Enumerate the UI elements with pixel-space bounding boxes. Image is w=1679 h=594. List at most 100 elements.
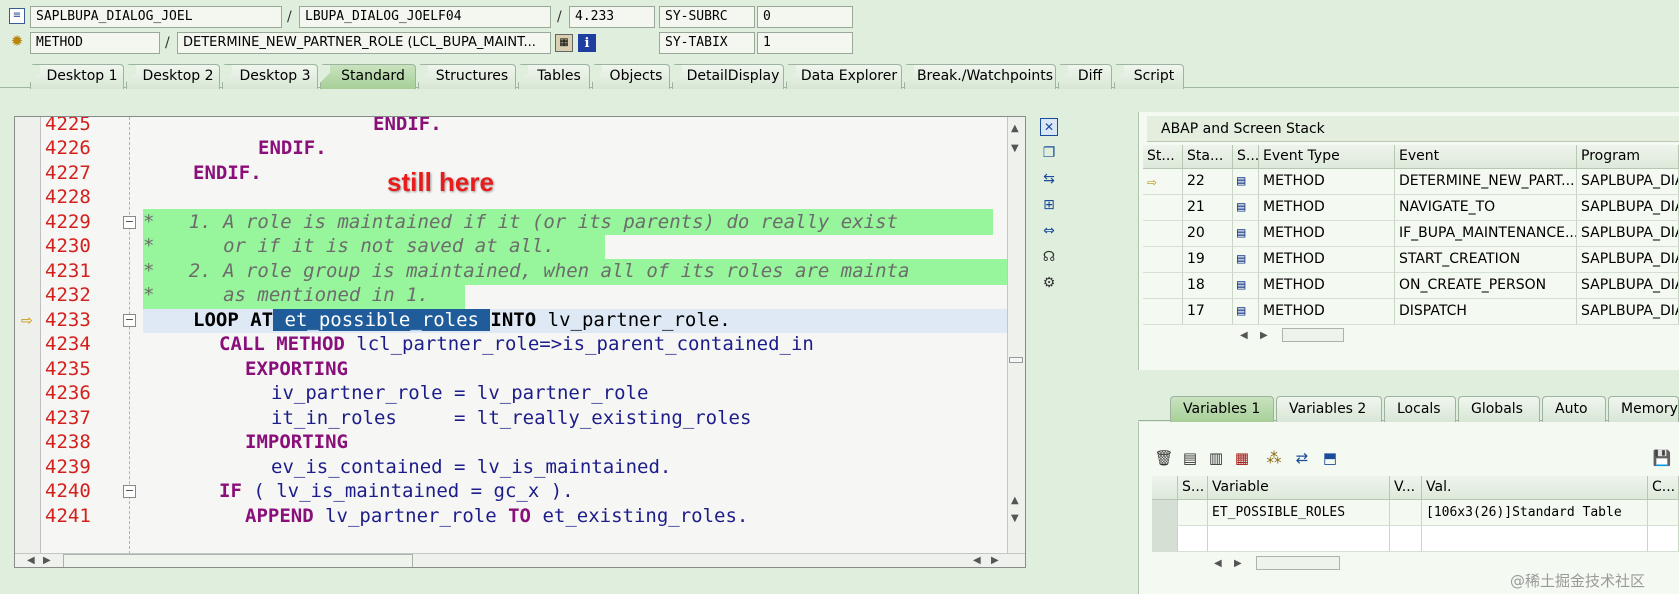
stack-scroll-thumb[interactable] bbox=[1282, 328, 1344, 342]
stack-row-marker[interactable] bbox=[1143, 299, 1183, 325]
variable-column-header[interactable]: C... bbox=[1648, 476, 1679, 500]
tab-variables-2[interactable]: Variables 2 bbox=[1276, 396, 1382, 422]
tab-breakpoints[interactable]: Break./Watchpoints bbox=[904, 64, 1056, 90]
fold-toggle-icon[interactable]: − bbox=[123, 314, 136, 327]
tab-desktop-2[interactable]: Desktop 2 bbox=[126, 64, 220, 90]
scroll-thumb[interactable] bbox=[1009, 357, 1023, 363]
tab-desktop-3[interactable]: Desktop 3 bbox=[222, 64, 318, 90]
sys-field-1-value[interactable]: 0 bbox=[757, 6, 853, 28]
delete-icon[interactable]: 🗑 bbox=[1154, 448, 1174, 468]
source-code-editor[interactable]: ⇨ 4225 4226 4227 4228 4229 4230 4231 423… bbox=[14, 116, 1026, 568]
stack-row-marker[interactable] bbox=[1143, 221, 1183, 247]
list-alt-icon[interactable]: ▥ bbox=[1206, 448, 1226, 468]
scroll-right-icon[interactable]: ▶ bbox=[1260, 330, 1268, 342]
stack-program[interactable]: SAPLBUPA_DIA bbox=[1577, 273, 1679, 299]
tab-objects[interactable]: Objects bbox=[592, 64, 670, 90]
variable-column-header[interactable]: S... bbox=[1178, 476, 1208, 500]
scroll-up-icon[interactable]: ▲ bbox=[1011, 123, 1019, 135]
stack-column-header[interactable]: Program bbox=[1577, 145, 1679, 169]
stack-row-marker[interactable] bbox=[1143, 273, 1183, 299]
vertical-scrollbar[interactable] bbox=[1007, 117, 1025, 553]
stack-level[interactable]: 20 bbox=[1183, 221, 1233, 247]
include-field[interactable]: LBUPA_DIALOG_JOELF04 bbox=[299, 6, 551, 28]
stack-event[interactable]: DISPATCH bbox=[1395, 299, 1577, 325]
maximize-icon[interactable]: ⊞ bbox=[1040, 196, 1058, 214]
scroll-down-icon[interactable]: ▼ bbox=[1011, 513, 1019, 525]
new-tool-icon[interactable]: ❐ bbox=[1040, 144, 1058, 162]
stack-event-type[interactable]: METHOD bbox=[1259, 273, 1395, 299]
stack-program[interactable]: SAPLBUPA_DIA bbox=[1577, 221, 1679, 247]
stack-level[interactable]: 18 bbox=[1183, 273, 1233, 299]
tab-data-explorer[interactable]: Data Explorer bbox=[786, 64, 902, 90]
tab-memory[interactable]: Memory bbox=[1608, 396, 1679, 422]
transfer-icon[interactable]: ⇄ bbox=[1292, 448, 1312, 468]
stack-event-type[interactable]: METHOD bbox=[1259, 195, 1395, 221]
variable-column-header[interactable]: Val. bbox=[1422, 476, 1648, 500]
fold-toggle-icon[interactable]: − bbox=[123, 485, 136, 498]
tab-structures[interactable]: Structures bbox=[418, 64, 516, 90]
variables-scroll-thumb[interactable] bbox=[1256, 556, 1340, 570]
stack-event-type[interactable]: METHOD bbox=[1259, 169, 1395, 195]
scroll-right-icon[interactable]: ▶ bbox=[991, 555, 999, 567]
tab-desktop-1[interactable]: Desktop 1 bbox=[30, 64, 124, 90]
variable-empty-cell[interactable] bbox=[1422, 526, 1648, 552]
tab-standard[interactable]: Standard bbox=[320, 64, 416, 90]
stack-level[interactable]: 22 bbox=[1183, 169, 1233, 195]
variable-column-header[interactable]: V... bbox=[1390, 476, 1422, 500]
scroll-left-icon[interactable]: ◀ bbox=[1214, 558, 1222, 570]
settings-icon[interactable]: ⚙ bbox=[1040, 274, 1058, 292]
variable-status[interactable] bbox=[1178, 500, 1208, 526]
scroll-up-icon[interactable]: ▲ bbox=[1011, 495, 1019, 507]
swap-tool-icon[interactable]: ⇆ bbox=[1040, 170, 1058, 188]
resize-icon[interactable]: ⇔ bbox=[1040, 222, 1058, 240]
stack-event[interactable]: IF_BUPA_MAINTENANCE... bbox=[1395, 221, 1577, 247]
stack-program[interactable]: SAPLBUPA_DIA bbox=[1577, 195, 1679, 221]
variable-value[interactable]: [106x3(26)]Standard Table bbox=[1422, 500, 1648, 526]
tab-variables-1[interactable]: Variables 1 bbox=[1170, 396, 1274, 422]
variable-row-selector[interactable] bbox=[1152, 500, 1178, 526]
tab-locals[interactable]: Locals bbox=[1384, 396, 1456, 422]
line-field[interactable]: 4.233 bbox=[569, 6, 655, 28]
tab-script[interactable]: Script bbox=[1114, 64, 1184, 90]
stack-event-type[interactable]: METHOD bbox=[1259, 299, 1395, 325]
event-name-field[interactable]: DETERMINE_NEW_PARTNER_ROLE (LCL_BUPA_MAI… bbox=[177, 32, 551, 54]
selected-variable[interactable]: et_possible_roles bbox=[273, 309, 491, 331]
scroll-down-icon[interactable]: ▼ bbox=[1011, 143, 1019, 155]
stack-column-header[interactable]: St... bbox=[1143, 145, 1183, 169]
save-list-icon[interactable]: ▦ bbox=[1232, 448, 1252, 468]
scroll-thumb[interactable] bbox=[63, 554, 413, 567]
scroll-right-icon[interactable]: ▶ bbox=[1234, 558, 1242, 570]
variable-row-selector[interactable] bbox=[1152, 526, 1178, 552]
scroll-left-icon[interactable]: ◀ bbox=[27, 555, 35, 567]
tab-tables[interactable]: Tables bbox=[518, 64, 590, 90]
stack-event[interactable]: ON_CREATE_PERSON bbox=[1395, 273, 1577, 299]
tab-globals[interactable]: Globals bbox=[1458, 396, 1540, 422]
stack-column-header[interactable]: Event bbox=[1395, 145, 1577, 169]
stack-event[interactable]: DETERMINE_NEW_PART... bbox=[1395, 169, 1577, 195]
stack-level[interactable]: 17 bbox=[1183, 299, 1233, 325]
stack-event-type[interactable]: METHOD bbox=[1259, 247, 1395, 273]
stack-event[interactable]: NAVIGATE_TO bbox=[1395, 195, 1577, 221]
stack-program[interactable]: SAPLBUPA_DIA bbox=[1577, 299, 1679, 325]
display-object-icon[interactable]: ▦ bbox=[555, 34, 573, 52]
sys-field-2-value[interactable]: 1 bbox=[757, 32, 853, 54]
stack-level[interactable]: 19 bbox=[1183, 247, 1233, 273]
stack-row-marker[interactable] bbox=[1143, 247, 1183, 273]
scroll-left-icon[interactable]: ◀ bbox=[973, 555, 981, 567]
tab-auto[interactable]: Auto bbox=[1542, 396, 1606, 422]
list-icon[interactable]: ▤ bbox=[1180, 448, 1200, 468]
event-type-field[interactable]: METHOD bbox=[30, 32, 160, 54]
variable-name[interactable]: ET_POSSIBLE_ROLES bbox=[1208, 500, 1390, 526]
stack-column-header[interactable]: Event Type bbox=[1259, 145, 1395, 169]
tab-diff[interactable]: Diff bbox=[1058, 64, 1112, 90]
variable-empty-cell[interactable] bbox=[1390, 526, 1422, 552]
program-field[interactable]: SAPLBUPA_DIALOG_JOEL bbox=[30, 6, 282, 28]
scroll-right-icon[interactable]: ▶ bbox=[43, 555, 51, 567]
folder-icon[interactable]: ⬒ bbox=[1320, 448, 1340, 468]
stack-row-marker[interactable] bbox=[1143, 195, 1183, 221]
stack-event[interactable]: START_CREATION bbox=[1395, 247, 1577, 273]
info-icon[interactable]: i bbox=[578, 34, 596, 52]
variable-v[interactable] bbox=[1390, 500, 1422, 526]
stack-level[interactable]: 21 bbox=[1183, 195, 1233, 221]
stack-event-type[interactable]: METHOD bbox=[1259, 221, 1395, 247]
